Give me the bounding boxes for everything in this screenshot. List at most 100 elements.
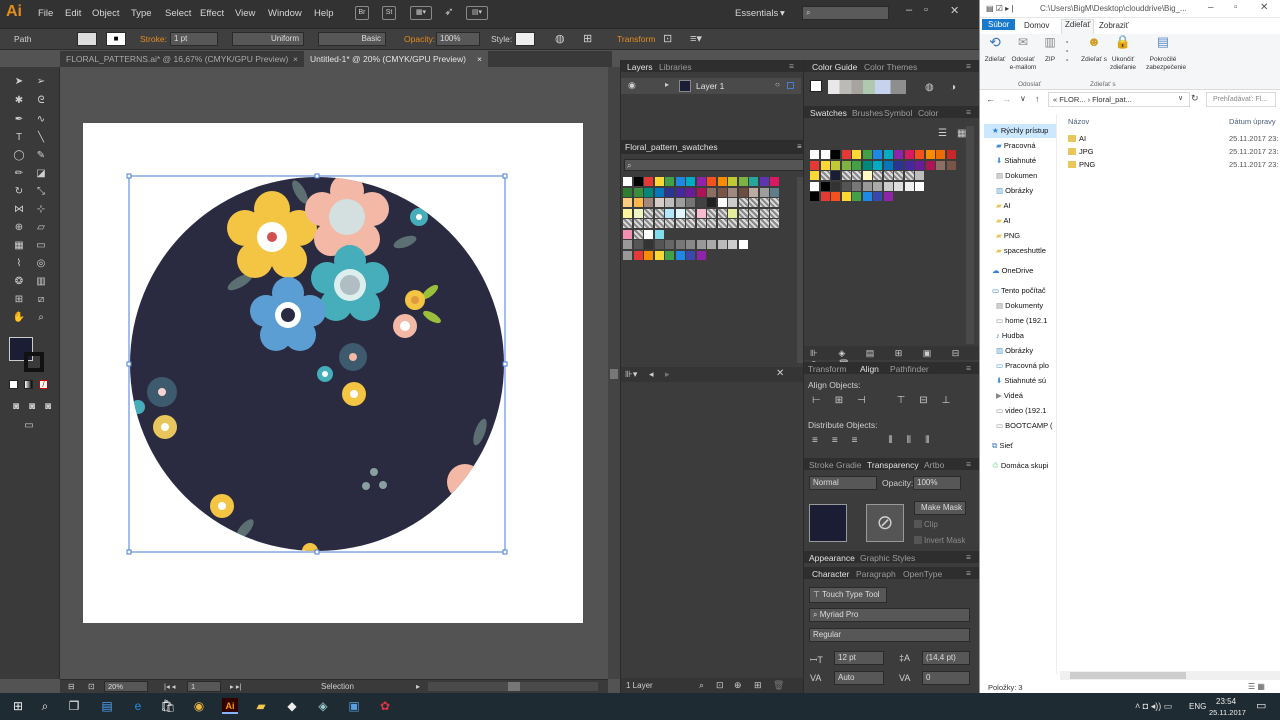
stroke-weight-field[interactable]: 1 pt — [170, 32, 218, 46]
nav-item[interactable]: ▭ video (192.1 — [996, 404, 1056, 418]
color-swatch[interactable] — [675, 219, 685, 228]
color-swatch[interactable] — [738, 219, 748, 228]
minimize-icon[interactable]: – — [1208, 2, 1214, 13]
export-icon[interactable]: ⊡ — [88, 682, 95, 691]
color-swatch[interactable] — [644, 198, 653, 207]
color-swatch[interactable] — [810, 171, 819, 180]
color-swatch[interactable] — [852, 150, 861, 159]
tab-swatches[interactable]: Swatches — [810, 108, 847, 118]
nav-item[interactable]: ▧ Obrázky — [996, 344, 1056, 358]
opacity-field[interactable]: 100% — [913, 476, 961, 490]
color-swatch[interactable] — [665, 198, 674, 207]
file-row[interactable]: JPG — [1068, 147, 1094, 156]
curvature-tool-icon[interactable]: ∿ — [34, 113, 48, 127]
color-swatch[interactable] — [810, 150, 819, 159]
color-swatch[interactable] — [873, 150, 882, 159]
color-swatch[interactable] — [852, 171, 861, 180]
leading-field[interactable]: (14,4 pt) — [922, 651, 970, 665]
nav-item[interactable]: ▭ BOOTCAMP ( — [996, 419, 1056, 433]
color-swatch[interactable] — [686, 240, 695, 249]
gradient-icon[interactable]: ▭ — [34, 239, 48, 253]
chrome-icon[interactable]: ◉ — [191, 698, 207, 714]
color-swatch[interactable] — [644, 219, 653, 228]
panel-menu-icon[interactable]: ≡ — [966, 459, 971, 469]
color-swatch[interactable] — [904, 181, 914, 191]
screen-mode-icon[interactable]: ▭ — [20, 419, 38, 433]
draw-behind-icon[interactable]: ◙ — [25, 400, 39, 414]
app-icon[interactable]: ◆ — [284, 698, 300, 714]
color-swatch[interactable] — [862, 192, 872, 201]
color-swatch[interactable] — [841, 150, 851, 159]
share-button[interactable]: ⟲ Zdieľať — [982, 35, 1008, 64]
color-swatch[interactable] — [770, 219, 779, 228]
color-swatch[interactable] — [654, 229, 664, 239]
color-swatch[interactable] — [675, 187, 685, 197]
color-harmony-bar[interactable] — [828, 80, 906, 94]
color-swatch[interactable] — [841, 181, 851, 191]
nav-item[interactable]: ♪ Hudba — [996, 329, 1056, 343]
color-swatch[interactable] — [633, 229, 643, 239]
email-button[interactable]: ✉ Odoslať e-mailom — [1008, 36, 1038, 72]
color-swatch[interactable] — [883, 160, 893, 170]
delete-icon[interactable]: 🗑 — [773, 680, 784, 691]
selection-tool-icon[interactable]: ➤ — [12, 75, 26, 89]
make-mask-button[interactable]: Make Mask — [914, 501, 966, 515]
nav-item[interactable]: ▧ Obrázky — [996, 184, 1056, 198]
up-icon[interactable]: ↑ — [1035, 94, 1040, 104]
color-swatch[interactable] — [675, 208, 685, 218]
color-swatch[interactable] — [633, 219, 643, 228]
color-swatch[interactable] — [686, 219, 695, 228]
nav-item[interactable]: ▰ Pracovná — [996, 139, 1056, 153]
paintbrush-icon[interactable]: ✎ — [34, 149, 48, 163]
opacity-label[interactable]: Opacity: — [404, 34, 435, 44]
stroke-color-swatch[interactable]: ■ — [106, 32, 126, 46]
recolor-artwork-icon[interactable]: ◍ — [555, 32, 565, 45]
magic-wand-icon[interactable]: ✱ — [12, 94, 26, 108]
target-icon[interactable]: ○ — [775, 80, 780, 89]
font-family-select[interactable]: ⌕ Myriad Pro — [809, 608, 970, 622]
color-swatch[interactable] — [904, 160, 914, 170]
color-swatch[interactable] — [654, 187, 664, 197]
color-swatch[interactable] — [946, 150, 956, 159]
menu-edit[interactable]: Edit — [65, 8, 81, 19]
tracking-field[interactable]: 0 — [922, 671, 970, 685]
last-artboard-icon[interactable]: ▸ ▸| — [230, 682, 242, 691]
bridge-button[interactable]: Br — [355, 6, 369, 20]
nav-item[interactable]: ▭ Tento počítač — [992, 284, 1056, 298]
close-icon[interactable]: ✕ — [950, 4, 959, 17]
color-swatch[interactable] — [862, 160, 872, 170]
color-swatch[interactable] — [841, 192, 851, 201]
color-swatch[interactable] — [675, 198, 685, 207]
color-swatch[interactable] — [696, 240, 706, 249]
color-swatch[interactable] — [696, 177, 706, 186]
color-swatch[interactable] — [749, 219, 758, 228]
sync-icon[interactable]: ▤▾ — [466, 6, 488, 20]
close-icon[interactable]: × — [293, 51, 298, 67]
color-swatch[interactable] — [707, 219, 716, 228]
next-library-icon[interactable]: ▸ — [665, 369, 670, 380]
task-view-icon[interactable]: ❐ — [66, 698, 82, 714]
tab-color[interactable]: Color — [918, 108, 938, 118]
close-library-icon[interactable]: ✕ — [776, 368, 784, 379]
transform-link[interactable]: Transform — [617, 34, 655, 44]
nav-item[interactable]: ▰ AI — [996, 214, 1056, 228]
tab-stroke[interactable]: Stroke — [809, 460, 834, 470]
color-swatch[interactable] — [738, 177, 748, 186]
color-swatch[interactable] — [841, 171, 851, 180]
pen-tool-icon[interactable]: ✒ — [12, 113, 26, 127]
mail-app-icon[interactable]: ▤ — [99, 698, 115, 714]
direct-selection-tool-icon[interactable]: ➢ — [34, 75, 48, 89]
mesh-icon[interactable]: ▦ — [12, 239, 26, 253]
variable-width-profile[interactable]: Uniform — [232, 32, 304, 46]
shape-builder-icon[interactable]: ⊕ — [12, 221, 26, 235]
refresh-icon[interactable]: ↻ — [1191, 93, 1199, 104]
color-swatch[interactable] — [675, 250, 685, 260]
color-swatch[interactable] — [644, 250, 653, 260]
color-swatch[interactable] — [665, 187, 674, 197]
nav-item[interactable]: ▰ spaceshuttle — [996, 244, 1056, 258]
color-swatch[interactable] — [728, 177, 737, 186]
tab-color-guide[interactable]: Color Guide — [812, 62, 857, 72]
stock-button[interactable]: St — [382, 6, 396, 20]
stroke-swatch[interactable] — [24, 352, 44, 372]
chevron-down-icon[interactable]: ▾ — [780, 8, 785, 19]
